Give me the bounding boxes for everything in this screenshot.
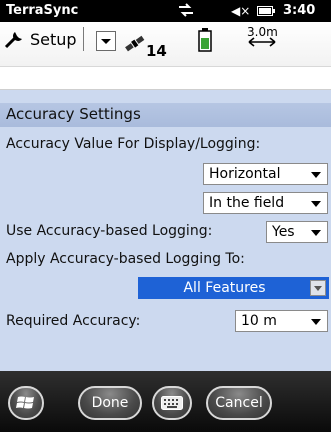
section-header: Accuracy Settings	[0, 103, 331, 127]
done-label: Done	[91, 395, 129, 411]
chevron-down-icon	[101, 39, 111, 44]
accuracy-settings-panel: Accuracy Settings Accuracy Value For Dis…	[0, 90, 331, 371]
battery-icon	[257, 6, 275, 16]
required-accuracy-select[interactable]: 10 m	[235, 310, 328, 332]
chevron-down-icon	[311, 172, 321, 178]
clock-time[interactable]: 3:40	[283, 3, 315, 18]
start-button[interactable]	[8, 386, 44, 420]
accuracy-type-value: Horizontal	[209, 166, 281, 182]
use-logging-value: Yes	[272, 224, 295, 240]
wrench-icon	[4, 32, 22, 49]
apply-to-value: All Features	[183, 280, 266, 296]
volume-muted-icon[interactable]: ◀×	[231, 4, 250, 18]
section-title: Accuracy Settings	[6, 105, 141, 123]
softkey-bar: Done Cancel	[0, 371, 331, 432]
toolbar-divider	[82, 27, 84, 51]
use-logging-label: Use Accuracy-based Logging:	[6, 223, 213, 239]
done-button[interactable]: Done	[78, 386, 142, 420]
menu-spacer	[0, 67, 331, 90]
app-title: TerraSync	[6, 3, 79, 18]
use-logging-select[interactable]: Yes	[266, 221, 328, 243]
setup-dropdown-button[interactable]	[96, 31, 116, 51]
sync-icon	[179, 3, 193, 17]
status-bar: TerraSync ◀× 3:40	[0, 0, 331, 22]
satellite-icon	[125, 35, 145, 52]
required-accuracy-value: 10 m	[241, 313, 277, 329]
apply-to-select[interactable]: All Features	[138, 277, 329, 299]
keyboard-icon	[161, 396, 183, 410]
chevron-down-icon	[311, 230, 321, 236]
accuracy-type-select[interactable]: Horizontal	[203, 163, 328, 185]
windows-start-icon	[16, 396, 34, 409]
chevron-down-icon	[310, 280, 326, 296]
chevron-down-icon	[311, 201, 321, 207]
accuracy-when-value: In the field	[209, 195, 285, 211]
setup-label: Setup	[30, 29, 77, 49]
apply-to-label: Apply Accuracy-based Logging To:	[6, 251, 245, 267]
satellite-count: 14	[146, 42, 167, 60]
toolbar: Setup 14 3.0m	[0, 22, 331, 67]
keyboard-button[interactable]	[152, 386, 192, 420]
accuracy-value-label: Accuracy Value For Display/Logging:	[6, 136, 261, 152]
accuracy-when-select[interactable]: In the field	[203, 192, 328, 214]
chevron-down-icon	[311, 319, 321, 325]
power-icon[interactable]	[198, 28, 212, 52]
required-accuracy-label: Required Accuracy:	[6, 313, 141, 329]
accuracy-indicator[interactable]: 3.0m	[247, 25, 278, 47]
accuracy-value: 3.0m	[247, 25, 278, 39]
setup-menu-button[interactable]: Setup	[4, 26, 84, 52]
cancel-label: Cancel	[215, 395, 263, 411]
cancel-button[interactable]: Cancel	[206, 386, 272, 420]
